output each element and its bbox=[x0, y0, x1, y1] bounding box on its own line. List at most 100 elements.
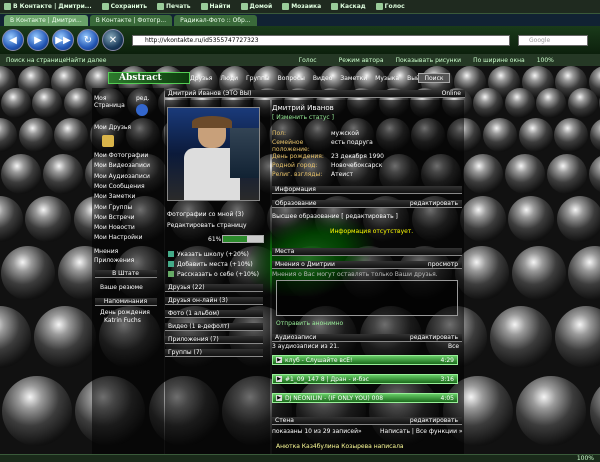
play-icon[interactable]: ▶ bbox=[276, 357, 282, 363]
audio-all-link[interactable]: Все bbox=[448, 343, 459, 350]
higher-education[interactable]: Высшее образование [ редактировать ] bbox=[272, 213, 398, 220]
background-sphere bbox=[1, 246, 56, 300]
sidebar-my-friends[interactable]: Мои Друзья bbox=[94, 124, 131, 131]
profile-section-bar[interactable]: Друзья (22) bbox=[165, 284, 263, 292]
tab-radikal[interactable]: Радикал-Фото :: Обр... bbox=[174, 15, 257, 26]
tab-profile[interactable]: В Контакте | Дмитри... bbox=[4, 15, 88, 26]
change-status-link[interactable]: [ Изменить статус ] bbox=[272, 114, 334, 121]
topnav-item[interactable]: Люди bbox=[220, 75, 238, 82]
topnav-item[interactable]: Музыка bbox=[375, 75, 399, 82]
search-input[interactable]: Google bbox=[518, 35, 588, 46]
play-icon[interactable]: ▶ bbox=[276, 395, 282, 401]
find-next-link[interactable]: Найти далее bbox=[60, 57, 112, 64]
find-on-page-link[interactable]: Поиск на странице bbox=[0, 57, 66, 64]
topnav-item[interactable]: Вопросы bbox=[278, 75, 305, 82]
wall-edit-link[interactable]: редактировать bbox=[410, 417, 458, 424]
audio-track[interactable]: ▶ #1_09_147 8 | Дран - и-бэс 3:16 bbox=[272, 374, 458, 384]
topnav-item[interactable]: Друзья bbox=[190, 75, 212, 82]
menu-item-find[interactable]: Найти bbox=[200, 3, 231, 10]
edit-page-link[interactable]: Редактировать страницу bbox=[167, 222, 247, 229]
audio-edit-link[interactable]: редактировать bbox=[410, 334, 458, 341]
opinions-view-link[interactable]: просмотр bbox=[428, 261, 458, 268]
track-title: клуб - Слушайте всЕ! bbox=[285, 356, 353, 364]
zoom-select[interactable]: 100% bbox=[531, 57, 560, 64]
education-bar: Образование редактировать bbox=[272, 200, 462, 208]
search-button[interactable]: Поиск bbox=[418, 73, 450, 83]
play-icon[interactable]: ▶ bbox=[276, 376, 282, 382]
sidebar-item[interactable]: Мои Встречи bbox=[94, 214, 135, 221]
profile-photo[interactable] bbox=[167, 107, 260, 201]
profile-field-value[interactable]: 23 декабря 1990 bbox=[331, 153, 384, 160]
author-mode-link[interactable]: Режим автора bbox=[333, 57, 390, 64]
reload-button[interactable]: ↻ bbox=[77, 29, 99, 51]
sidebar-item[interactable]: Мои Видеозаписи bbox=[94, 162, 150, 169]
resume-link[interactable]: Ваше резюме bbox=[100, 284, 143, 291]
topnav-item[interactable]: Заметки bbox=[340, 75, 367, 82]
profile-section-bar[interactable]: Приложения (7) bbox=[165, 336, 263, 344]
sidebar-opinions[interactable]: Мнения bbox=[94, 248, 118, 255]
track-duration: 3:16 bbox=[440, 375, 454, 383]
wall-links[interactable]: Написать | Все функции » bbox=[380, 428, 463, 435]
fit-width-link[interactable]: По ширине окна bbox=[467, 57, 531, 64]
menu-item-save[interactable]: Сохранить bbox=[101, 3, 147, 10]
sidebar-edit-link[interactable]: ред. bbox=[136, 95, 150, 102]
audio-track[interactable]: ▶ DJ NEONILIN - (IF ONLY YOU) 008 4:05 bbox=[272, 393, 458, 403]
profile-field-value[interactable]: Атеист bbox=[331, 171, 353, 178]
profile-field-label: Родной город: bbox=[272, 162, 318, 169]
send-anon-button[interactable]: Отправить анонимно bbox=[276, 320, 343, 327]
background-sphere bbox=[1, 154, 41, 194]
voice-link[interactable]: Голос bbox=[292, 57, 322, 64]
topnav-item[interactable]: Видео bbox=[313, 75, 333, 82]
audio-track[interactable]: ▶ клуб - Слушайте всЕ! 4:29 bbox=[272, 355, 458, 365]
menu-item-tab[interactable]: В Контакте | Дмитри... bbox=[4, 3, 92, 10]
menu-item-tile[interactable]: Мозаика bbox=[282, 3, 321, 10]
completion-progress bbox=[222, 235, 264, 243]
profile-tip-link[interactable]: Указать школу (+20%) bbox=[177, 251, 249, 258]
fast-forward-button[interactable]: ▶▶ bbox=[52, 29, 74, 51]
voice-icon bbox=[375, 3, 383, 10]
status-zoom[interactable]: 100% bbox=[577, 455, 594, 462]
home-icon bbox=[240, 3, 248, 10]
forward-button[interactable]: ▶ bbox=[27, 29, 49, 51]
topnav-item[interactable]: Группы bbox=[246, 75, 270, 82]
profile-section-bar[interactable]: Видео (1 в-дефолт) bbox=[165, 323, 263, 331]
site-logo[interactable]: Abstract bbox=[108, 72, 190, 84]
profile-section-bar[interactable]: Группы (7) bbox=[165, 349, 263, 357]
site-topnav: Друзья Люди Группы Вопросы Видео Заметки Музык… bbox=[190, 73, 427, 83]
profile-field-value[interactable]: есть подруга bbox=[331, 139, 373, 146]
profile-section-bar[interactable]: Фото (1 альбом) bbox=[165, 310, 263, 318]
browser-window: В Контакте | Дмитри... Сохранить Печать … bbox=[0, 0, 600, 462]
sidebar-my-page[interactable]: Моя Страница bbox=[94, 95, 128, 109]
stop-button[interactable]: ✕ bbox=[102, 29, 124, 51]
sidebar-item[interactable]: Мои Настройки bbox=[94, 234, 143, 241]
track-title: #1_09_147 8 | Дран - и-бэс bbox=[285, 375, 369, 383]
profile-tip-link[interactable]: Добавить места (+10%) bbox=[177, 261, 253, 268]
birthday-name[interactable]: Katrin Fuchs bbox=[104, 317, 141, 324]
reminders-label: Напоминания bbox=[103, 298, 148, 305]
menu-item-print[interactable]: Печать bbox=[157, 3, 191, 10]
sidebar-item[interactable]: Мои Сообщения bbox=[94, 183, 145, 190]
back-button[interactable]: ◀ bbox=[2, 29, 24, 51]
show-images-link[interactable]: Показывать рисунки bbox=[390, 57, 468, 64]
sidebar-item[interactable]: Мои Группы bbox=[94, 204, 132, 211]
menu-item-home[interactable]: Домой bbox=[240, 3, 272, 10]
shtat-bar: В Штате bbox=[95, 270, 157, 278]
sidebar-item[interactable]: Мои Новости bbox=[94, 224, 135, 231]
address-field[interactable]: http://vkontakte.ru/id5355747727323 bbox=[132, 35, 510, 46]
info-absent-text: Информация отсутствует. bbox=[330, 228, 414, 235]
sidebar-apps[interactable]: Приложения bbox=[94, 257, 134, 264]
profile-tip-link[interactable]: Рассказать о себе (+10%) bbox=[177, 271, 259, 278]
tab-photos[interactable]: В Контакте | Фотогр... bbox=[89, 15, 173, 26]
sidebar-item[interactable]: Мои Заметки bbox=[94, 193, 135, 200]
background-sphere bbox=[18, 118, 53, 152]
profile-section-bar[interactable]: Друзья он-лайн (3) bbox=[165, 297, 263, 305]
profile-field-value[interactable]: Новочебоксарск bbox=[331, 162, 382, 169]
menu-item-cascade[interactable]: Каскад bbox=[331, 3, 366, 10]
profile-field-value[interactable]: мужской bbox=[331, 130, 359, 137]
photos-with-me-link[interactable]: Фотографии со мной (3) bbox=[167, 211, 244, 218]
menu-item-voice[interactable]: Голос bbox=[375, 3, 405, 10]
sidebar-item[interactable]: Мои Аудиозаписи bbox=[94, 173, 150, 180]
opinion-textarea[interactable] bbox=[276, 280, 458, 316]
education-edit-link[interactable]: редактировать bbox=[410, 200, 458, 207]
sidebar-item[interactable]: Мои Фотографии bbox=[94, 152, 148, 159]
